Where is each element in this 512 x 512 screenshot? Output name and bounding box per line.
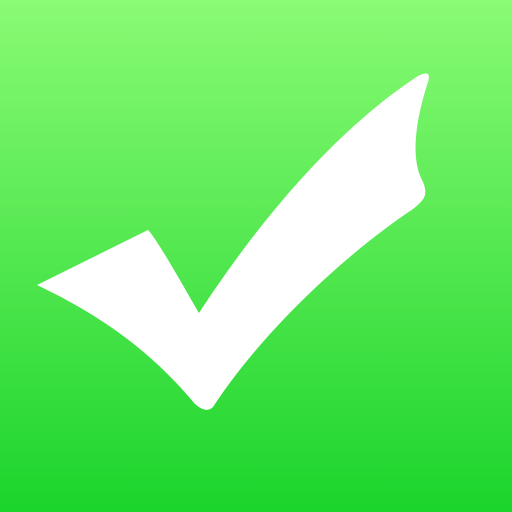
app-icon-artwork: [0, 0, 512, 512]
app-icon: [0, 0, 512, 512]
